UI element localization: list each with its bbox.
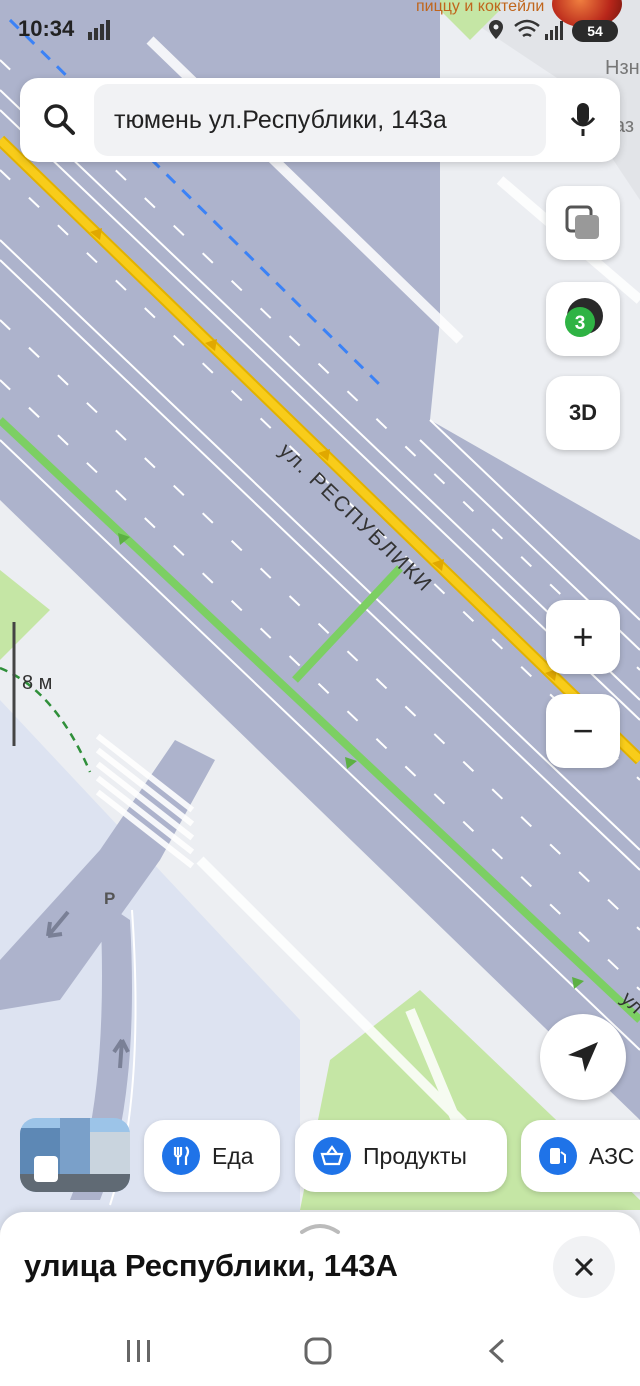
layers-icon <box>565 205 599 239</box>
category-chip-gas-station[interactable]: АЗС <box>521 1120 640 1192</box>
status-time: 10:34 <box>18 16 75 41</box>
back-icon[interactable] <box>488 1338 505 1364</box>
category-chip-groceries[interactable]: Продукты <box>295 1120 507 1192</box>
zoom-out-button[interactable]: − <box>546 694 620 768</box>
category-label: Еда <box>212 1142 254 1169</box>
search-input[interactable]: тюмень ул.Республики, 143а <box>94 84 546 156</box>
category-chip-food[interactable]: Еда <box>144 1120 280 1192</box>
zoom-in-icon: + <box>572 616 594 657</box>
svg-text:3: 3 <box>575 313 586 334</box>
microphone-icon[interactable] <box>570 102 596 138</box>
search-icon[interactable] <box>42 102 76 136</box>
place-title: улица Республики, 143А <box>24 1248 398 1283</box>
system-nav-bar <box>127 1337 505 1365</box>
close-icon <box>574 1257 594 1277</box>
fork-knife-icon <box>162 1137 200 1175</box>
scale-label: 8 м <box>22 672 53 694</box>
place-card[interactable]: улица Республики, 143А <box>0 1212 640 1386</box>
panorama-icon <box>34 1156 58 1182</box>
search-bar[interactable]: тюмень ул.Республики, 143а <box>20 78 620 162</box>
place-photo-thumbnail[interactable] <box>20 1118 130 1192</box>
layers-button[interactable] <box>546 186 620 260</box>
home-icon[interactable] <box>304 1337 332 1365</box>
category-label: АЗС <box>589 1142 635 1169</box>
3d-label: 3D <box>568 400 598 425</box>
svg-text:Нзн: Нзн <box>605 57 640 79</box>
traffic-indicator-icon: 3 <box>565 298 603 337</box>
battery-indicator: 54 <box>572 20 618 42</box>
ad-banner-text[interactable]: пиццу и коктейли <box>416 0 544 16</box>
my-location-button[interactable] <box>540 1014 626 1100</box>
3d-view-button[interactable]: 3D <box>546 376 620 450</box>
fuel-icon <box>539 1137 577 1175</box>
category-label: Продукты <box>363 1142 467 1169</box>
svg-text:P: P <box>104 889 115 908</box>
traffic-button[interactable]: 3 <box>546 282 620 356</box>
recent-apps-icon[interactable] <box>127 1340 150 1362</box>
status-icons <box>489 19 563 40</box>
status-bar: 10:34 пиццу и коктейли 54 <box>0 0 640 60</box>
signal-icon <box>88 20 110 40</box>
close-button[interactable] <box>553 1236 615 1298</box>
zoom-in-button[interactable]: + <box>546 600 620 674</box>
zoom-out-icon: − <box>572 710 594 751</box>
sheet-handle-icon[interactable] <box>298 1220 342 1236</box>
wifi-icon <box>514 19 540 38</box>
navigation-arrow-icon <box>568 1042 598 1072</box>
basket-icon <box>313 1137 351 1175</box>
search-query: тюмень ул.Республики, 143а <box>114 106 447 134</box>
